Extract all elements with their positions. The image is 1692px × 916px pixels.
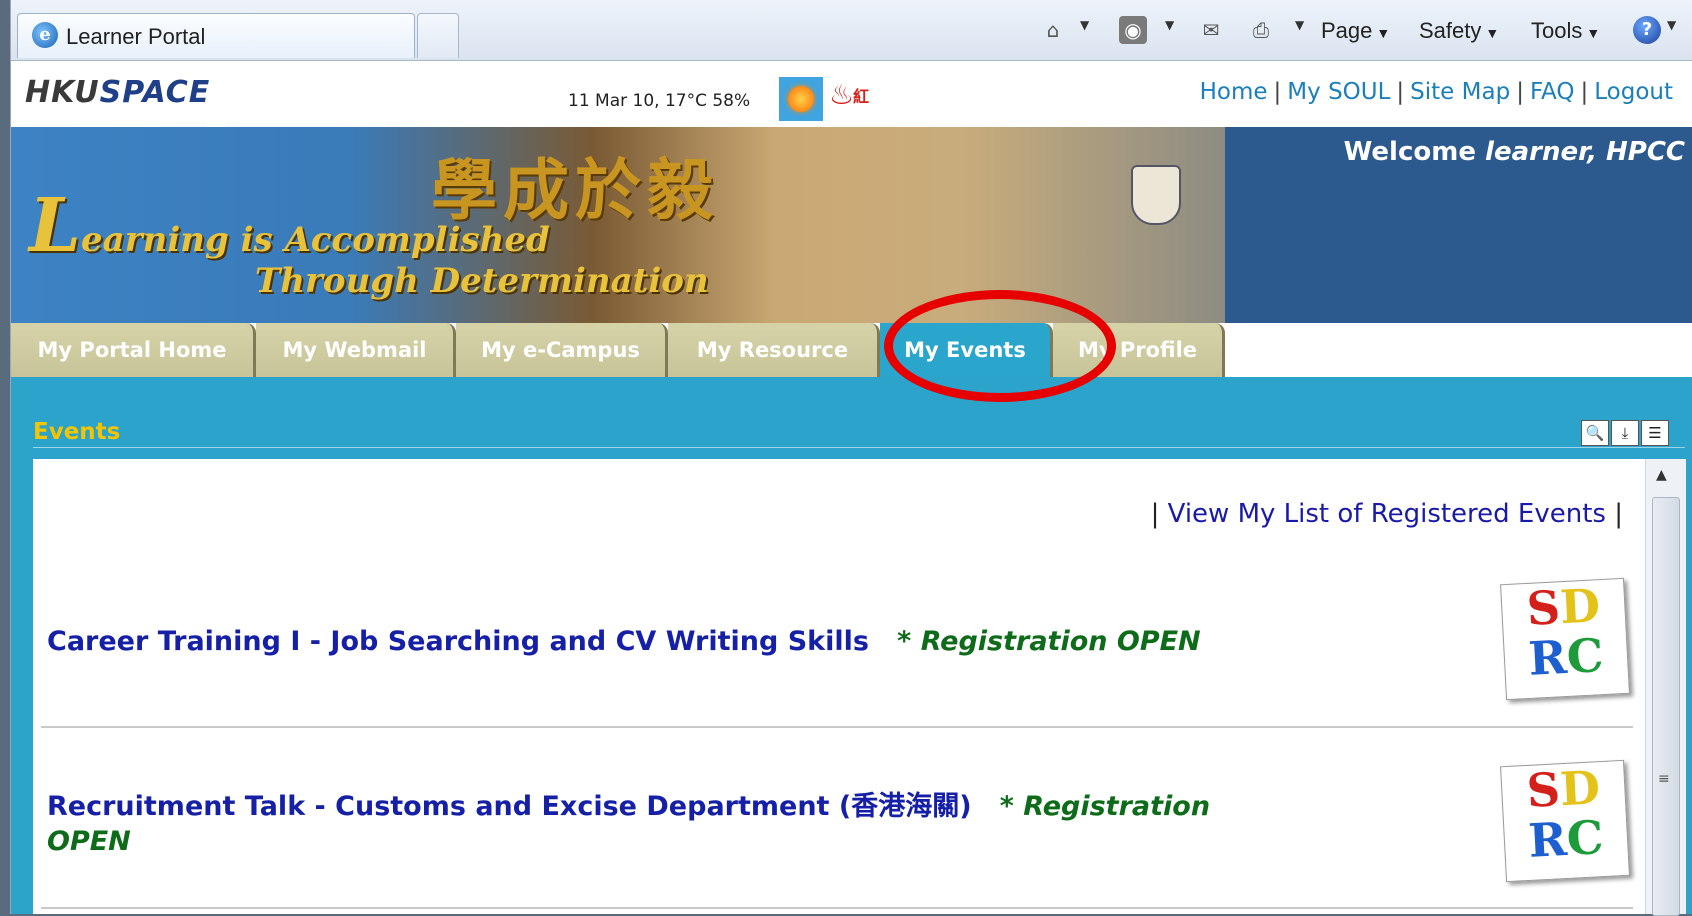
welcome-message: Welcome learner, HPCC (1343, 137, 1685, 167)
download-icon[interactable]: ⤓ (1611, 420, 1639, 446)
scroll-grip-icon: ≡ (1658, 771, 1670, 787)
home-dropdown-icon[interactable]: ▼ (1080, 18, 1089, 32)
university-crest-icon (1131, 165, 1181, 225)
browser-toolbar: e Learner Portal ⌂ ▼ ◉ ▼ ✉ ⎙ ▼ Page ▼ Saf… (11, 0, 1692, 61)
tab-my-webmail[interactable]: My Webmail (256, 323, 456, 377)
chevron-down-icon: ▼ (1586, 25, 1601, 41)
event-title-link[interactable]: Recruitment Talk - Customs and Excise De… (47, 791, 972, 822)
main-nav: My Portal Home My Webmail My e-Campus My… (11, 323, 1692, 377)
event-divider (41, 726, 1633, 728)
section-title: Events (33, 419, 121, 445)
top-links: Home | My SOUL | Site Map | FAQ | Logout (1199, 79, 1673, 105)
new-tab-button[interactable] (417, 13, 459, 58)
home-link[interactable]: Home (1200, 79, 1268, 105)
weather-info: 11 Mar 10, 17°C 58% (568, 91, 751, 111)
registration-status: * Registration OPEN (897, 626, 1201, 657)
welcome-panel: Welcome learner, HPCC (1225, 127, 1692, 323)
faq-link[interactable]: FAQ (1530, 79, 1575, 105)
ie-logo-icon: e (32, 22, 58, 48)
portal-header: HKUSPACE 11 Mar 10, 17°C 58% ♨ 紅 Home | My … (11, 61, 1692, 127)
search-icon[interactable]: 🔍 (1581, 420, 1609, 446)
vertical-scrollbar[interactable]: ▲ ≡ (1645, 459, 1686, 916)
browser-window: e Learner Portal ⌂ ▼ ◉ ▼ ✉ ⎙ ▼ Page ▼ Saf… (10, 0, 1692, 916)
list-view-icon[interactable]: ☰ (1641, 420, 1669, 446)
mail-icon[interactable]: ✉ (1197, 16, 1225, 44)
registration-status: * Registration (999, 791, 1211, 822)
event-item: Career Training I - Job Searching and CV… (47, 624, 1201, 659)
help-dropdown-icon[interactable]: ▼ (1667, 18, 1676, 32)
banner-tagline-line1: Learning is Accomplished (29, 183, 550, 269)
logout-link[interactable]: Logout (1594, 79, 1673, 105)
annotation-highlight-circle (884, 290, 1116, 402)
registered-events-link-container: | View My List of Registered Events | (1150, 499, 1623, 529)
event-item: Recruitment Talk - Customs and Excise De… (47, 789, 1210, 859)
page-menu[interactable]: Page ▼ (1321, 18, 1390, 44)
events-section: Events 🔍 ⤓ ☰ | View My List of Registere… (11, 377, 1692, 916)
browser-tab-active[interactable]: e Learner Portal (17, 13, 415, 58)
scrollbar-thumb[interactable] (1652, 497, 1680, 916)
safety-menu[interactable]: Safety ▼ (1419, 18, 1499, 44)
my-soul-link[interactable]: My SOUL (1287, 79, 1390, 105)
sdrc-logo: SD RC (1500, 577, 1630, 701)
site-map-link[interactable]: Site Map (1410, 79, 1510, 105)
hkuspace-logo[interactable]: HKUSPACE (25, 75, 210, 110)
view-registered-events-link[interactable]: View My List of Registered Events (1168, 499, 1606, 529)
print-icon[interactable]: ⎙ (1247, 16, 1275, 44)
registration-status-cont: OPEN (47, 826, 131, 857)
sdrc-logo: SD RC (1500, 759, 1630, 883)
banner-tagline-line2: Through Determination (255, 261, 709, 301)
section-divider (33, 447, 1685, 448)
fire-danger-icon: ♨ 紅 (829, 78, 870, 111)
tab-my-e-campus[interactable]: My e-Campus (456, 323, 668, 377)
tab-my-resource[interactable]: My Resource (668, 323, 880, 377)
rss-feed-icon[interactable]: ◉ (1119, 16, 1147, 44)
events-panel: | View My List of Registered Events | Ca… (33, 459, 1645, 914)
tools-menu[interactable]: Tools ▼ (1531, 18, 1600, 44)
home-icon[interactable]: ⌂ (1039, 16, 1067, 44)
event-divider (41, 907, 1633, 909)
chevron-down-icon: ▼ (1485, 25, 1500, 41)
browser-tab-title: Learner Portal (66, 24, 206, 49)
print-dropdown-icon[interactable]: ▼ (1295, 18, 1304, 32)
chevron-down-icon: ▼ (1376, 25, 1391, 41)
scroll-up-icon[interactable]: ▲ (1656, 467, 1667, 483)
tab-my-portal-home[interactable]: My Portal Home (11, 323, 256, 377)
sunny-weather-icon (779, 77, 823, 121)
feeds-dropdown-icon[interactable]: ▼ (1165, 18, 1174, 32)
event-title-link[interactable]: Career Training I - Job Searching and CV… (47, 626, 869, 657)
help-icon[interactable]: ? (1633, 16, 1661, 44)
